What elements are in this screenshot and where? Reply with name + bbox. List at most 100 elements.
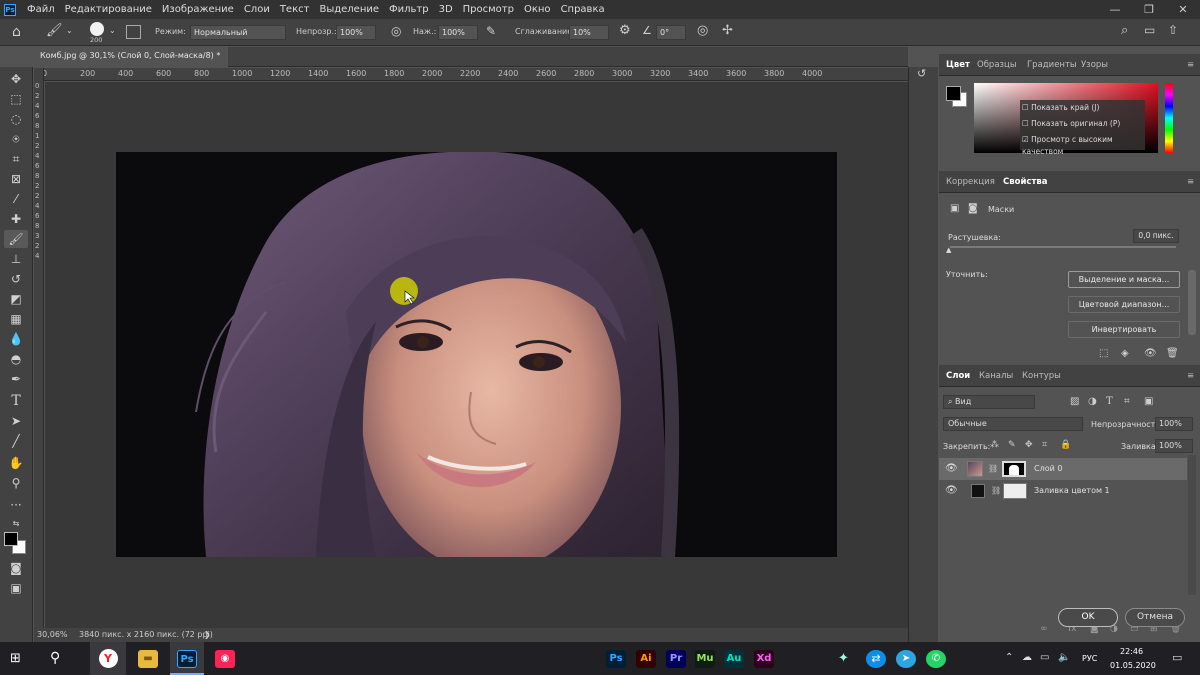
filter-shape-icon[interactable]: ⌗ xyxy=(1124,396,1130,407)
audition-icon[interactable]: Au xyxy=(724,650,744,668)
brush-tool-icon[interactable]: 🖌 xyxy=(46,23,63,38)
menu-view[interactable]: Просмотр xyxy=(458,0,519,19)
file-explorer-icon[interactable]: ▬ xyxy=(138,650,158,668)
restore-button[interactable]: ❐ xyxy=(1132,0,1166,19)
layer-opacity-field[interactable]: 100% xyxy=(1155,417,1193,431)
select-and-mask-button[interactable]: Выделение и маска... xyxy=(1068,271,1180,288)
tab-gradients[interactable]: Градиенты xyxy=(1027,60,1077,70)
color-panel-foreground-swatch[interactable] xyxy=(946,86,961,101)
crop-tool-icon[interactable]: ⌗ xyxy=(4,150,28,168)
volume-icon[interactable]: 🔈 xyxy=(1058,652,1070,663)
menu-edit[interactable]: Редактирование xyxy=(60,0,157,19)
layer-row[interactable]: 👁 ⛓ Слой 0 xyxy=(939,458,1187,480)
feather-slider-thumb-icon[interactable]: ▲ xyxy=(946,246,951,254)
gradient-tool-icon[interactable]: ▦ xyxy=(4,310,28,328)
layer-visibility-eye-icon[interactable]: 👁 xyxy=(945,485,958,496)
show-original-option[interactable]: ☐ Показать оригинал (P) xyxy=(1022,118,1143,134)
close-button[interactable]: ✕ xyxy=(1166,0,1200,19)
brush-preview-icon[interactable] xyxy=(90,22,104,36)
foreground-color-swatch[interactable] xyxy=(4,532,18,546)
invert-button[interactable]: Инвертировать xyxy=(1068,321,1180,338)
photoshop-pinned-icon[interactable]: Ps xyxy=(606,650,626,668)
pen-tool-icon[interactable]: ✒ xyxy=(4,370,28,388)
cancel-button[interactable]: Отмена xyxy=(1125,608,1185,627)
tab-color[interactable]: Цвет xyxy=(946,60,970,70)
layer-row[interactable]: 👁 ⛓ Заливка цветом 1 xyxy=(939,480,1187,502)
lock-all-icon[interactable]: 🔒 xyxy=(1060,440,1071,450)
search-icon[interactable]: ⌕ xyxy=(1121,23,1128,38)
pressure-opacity-icon[interactable]: ◎ xyxy=(391,24,401,38)
menu-help[interactable]: Справка xyxy=(556,0,610,19)
feather-value[interactable]: 0,0 пикс. xyxy=(1133,229,1179,243)
layer-fill-field[interactable]: 100% xyxy=(1155,439,1193,453)
show-edge-option[interactable]: ☐ Показать край (J) xyxy=(1022,102,1143,118)
layers-scrollbar[interactable] xyxy=(1188,455,1196,595)
apply-mask-icon[interactable]: ◈ xyxy=(1121,348,1129,359)
tab-layers[interactable]: Слои xyxy=(946,371,970,381)
layer-name[interactable]: Заливка цветом 1 xyxy=(1034,486,1110,495)
quick-select-tool-icon[interactable]: ⍟ xyxy=(4,130,28,148)
brush-settings-icon[interactable] xyxy=(126,25,141,39)
windows-start-icon[interactable]: ⊞ xyxy=(10,651,21,666)
illustrator-icon[interactable]: Ai xyxy=(636,650,656,668)
tab-swatches[interactable]: Образцы xyxy=(977,60,1017,70)
delete-mask-icon[interactable]: 🗑 xyxy=(1166,348,1179,359)
zoom-tool-icon[interactable]: ⚲ xyxy=(4,474,28,492)
menu-3d[interactable]: 3D xyxy=(434,0,458,19)
panel-menu-icon[interactable]: ≡ xyxy=(1187,60,1194,70)
load-selection-icon[interactable]: ⬚ xyxy=(1099,348,1108,359)
swap-colors-icon[interactable]: ⇆ xyxy=(4,515,28,533)
smoothing-options-gear-icon[interactable]: ⚙ xyxy=(619,23,631,38)
more-tools-icon[interactable]: ··· xyxy=(4,496,28,514)
feather-slider-track[interactable] xyxy=(950,246,1176,248)
pixel-mask-icon[interactable]: ▣ xyxy=(950,203,959,214)
frame-tool-icon[interactable]: ⊠ xyxy=(4,170,28,188)
opacity-field[interactable]: 100% xyxy=(336,25,376,40)
ok-button[interactable]: OK xyxy=(1058,608,1118,627)
blur-tool-icon[interactable]: 💧 xyxy=(4,330,28,348)
properties-menu-icon[interactable]: ≡ xyxy=(1187,177,1194,187)
mode-select[interactable]: Нормальный xyxy=(190,25,286,40)
lasso-tool-icon[interactable]: ◌ xyxy=(4,110,28,128)
taskbar-photoshop[interactable]: Ps xyxy=(170,642,204,675)
mask-visibility-eye-icon[interactable]: 👁 xyxy=(1144,348,1157,359)
network-icon[interactable]: ▭ xyxy=(1040,652,1049,663)
elephant-app-icon[interactable]: ✦ xyxy=(838,651,849,666)
cloud-icon[interactable]: ☁ xyxy=(1022,652,1032,663)
tab-channels[interactable]: Каналы xyxy=(979,371,1013,381)
muse-icon[interactable]: Mu xyxy=(695,650,715,668)
menu-select[interactable]: Выделение xyxy=(314,0,384,19)
home-icon[interactable]: ⌂ xyxy=(12,24,21,40)
screen-mode-icon[interactable]: ▣ xyxy=(4,579,28,597)
workspace-icon[interactable]: ▭ xyxy=(1144,23,1155,37)
move-tool-icon[interactable]: ✥ xyxy=(4,70,28,88)
path-select-tool-icon[interactable]: ➤ xyxy=(4,412,28,430)
eyedropper-tool-icon[interactable]: ⁄ xyxy=(4,190,28,208)
tab-patterns[interactable]: Узоры xyxy=(1081,60,1108,70)
menu-window[interactable]: Окно xyxy=(519,0,556,19)
mask-link-icon[interactable]: ⛓ xyxy=(991,486,1001,495)
menu-filter[interactable]: Фильтр xyxy=(384,0,434,19)
dodge-tool-icon[interactable]: ◓ xyxy=(4,350,28,368)
tab-adjustments[interactable]: Коррекция xyxy=(946,177,995,187)
minimize-button[interactable]: — xyxy=(1098,0,1132,19)
stamp-tool-icon[interactable]: ⊥ xyxy=(4,250,28,268)
brush-picker-chevron-icon[interactable]: ⌄ xyxy=(109,26,116,35)
lock-position-icon[interactable]: ✥ xyxy=(1025,440,1033,450)
pressure-size-icon[interactable]: ◎ xyxy=(697,23,708,38)
lock-pixels-icon[interactable]: ✎ xyxy=(1008,440,1016,450)
hand-tool-icon[interactable]: ✋ xyxy=(4,454,28,472)
color-range-button[interactable]: Цветовой диапазон... xyxy=(1068,296,1180,313)
layer-filter-select[interactable]: ⌕ Вид xyxy=(943,395,1035,409)
clock-time[interactable]: 22:46 xyxy=(1120,647,1143,656)
angle-field[interactable]: 0° xyxy=(656,25,686,40)
notifications-icon[interactable]: ▭ xyxy=(1172,651,1182,664)
filter-pixel-icon[interactable]: ▨ xyxy=(1070,396,1079,407)
filter-type-icon[interactable]: T xyxy=(1106,396,1113,407)
xd-icon[interactable]: Xd xyxy=(754,650,774,668)
healing-brush-tool-icon[interactable]: ✚ xyxy=(4,210,28,228)
history-brush-tool-icon[interactable]: ↺ xyxy=(4,270,28,288)
filter-adjustment-icon[interactable]: ◑ xyxy=(1088,396,1097,407)
clock-date[interactable]: 01.05.2020 xyxy=(1110,661,1156,670)
symmetry-butterfly-icon[interactable]: ✢ xyxy=(722,23,733,38)
